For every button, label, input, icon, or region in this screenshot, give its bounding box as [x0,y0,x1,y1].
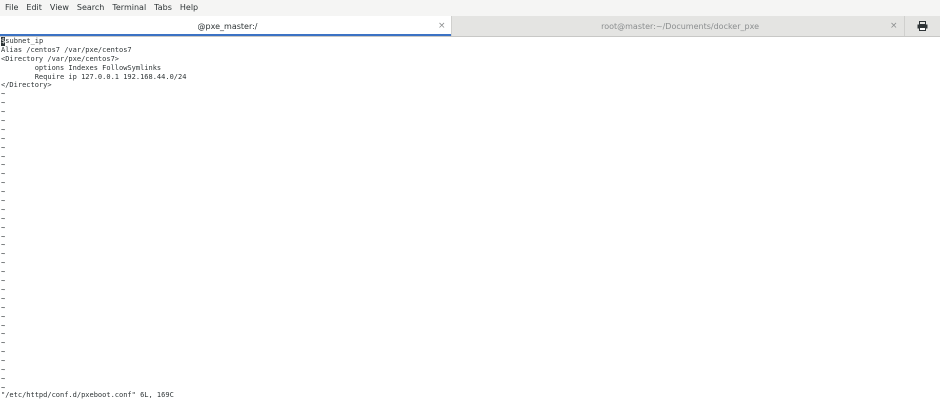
empty-line-tilde: ~ [1,143,6,152]
empty-line-tilde: ~ [1,268,6,277]
tab-pxe-master[interactable]: @pxe_master:/ × [0,16,452,36]
empty-line-tilde: ~ [1,134,6,143]
menu-terminal[interactable]: Terminal [108,0,150,16]
empty-line-tilde: ~ [1,277,6,286]
empty-line-tilde: ~ [1,250,6,259]
empty-line-tilde: ~ [1,205,6,214]
empty-lines: ~ ~ ~ ~ ~ ~ ~ ~ ~ ~ ~ ~ ~ ~ ~ ~ ~ ~ ~ ~ ~ ~ ~ ~ ~ ~ ~ ~ ~ ~ ~ ~ ~ ~ [0,90,940,392]
editor-line: Require ip 127.0.0.1 192.168.44.0/24 [1,72,187,81]
empty-line-tilde: ~ [1,303,6,312]
empty-line-tilde: ~ [1,232,6,241]
empty-line-tilde: ~ [1,312,6,321]
tab-menu-button[interactable] [904,16,940,36]
menu-file[interactable]: File [0,0,22,16]
empty-line-tilde: ~ [1,321,6,330]
close-icon[interactable]: × [890,16,898,36]
empty-line-tilde: ~ [1,357,6,366]
empty-line-tilde: ~ [1,259,6,268]
editor-line: </Directory> [1,81,52,90]
empty-line-tilde: ~ [1,348,6,357]
empty-line-tilde: ~ [1,365,6,374]
terminal-content[interactable]: $subnet_ip Alias /centos7 /var/pxe/cento… [0,37,940,401]
empty-line-tilde: ~ [1,152,6,161]
editor-line: <Directory /var/pxe/centos7> [1,54,120,63]
tab-title: root@master:~/Documents/docker_pxe [601,21,760,31]
editor-line: $subnet_ip [0,37,940,46]
tab-title: @pxe_master:/ [197,21,258,31]
printer-icon [917,21,928,31]
menu-bar: File Edit View Search Terminal Tabs Help [0,0,940,17]
empty-line-tilde: ~ [1,161,6,170]
menu-view[interactable]: View [46,0,73,16]
menu-tabs[interactable]: Tabs [150,0,176,16]
empty-line-tilde: ~ [1,90,6,99]
editor-line: Alias /centos7 /var/pxe/centos7 [1,45,132,54]
empty-line-tilde: ~ [1,223,6,232]
empty-line-tilde: ~ [1,330,6,339]
empty-line-tilde: ~ [1,339,6,348]
empty-line-tilde: ~ [1,285,6,294]
first-line-text: subnet_ip [5,37,44,45]
menu-edit[interactable]: Edit [22,0,46,16]
empty-line-tilde: ~ [1,108,6,117]
tab-docker-pxe[interactable]: root@master:~/Documents/docker_pxe × [451,16,905,36]
close-icon[interactable]: × [438,16,446,36]
tab-bar: @pxe_master:/ × root@master:~/Documents/… [0,16,940,37]
terminal-window: File Edit View Search Terminal Tabs Help… [0,0,940,401]
empty-line-tilde: ~ [1,241,6,250]
empty-line-tilde: ~ [1,125,6,134]
empty-line-tilde: ~ [1,99,6,108]
status-line: "/etc/httpd/conf.d/pxeboot.conf" 6L, 169… [1,391,174,399]
empty-line-tilde: ~ [1,117,6,126]
empty-line-tilde: ~ [1,197,6,206]
empty-line-tilde: ~ [1,170,6,179]
editor-line: options Indexes FollowSymlinks [1,63,162,72]
empty-line-tilde: ~ [1,179,6,188]
menu-search[interactable]: Search [73,0,108,16]
menu-help[interactable]: Help [176,0,202,16]
empty-line-tilde: ~ [1,214,6,223]
empty-line-tilde: ~ [1,188,6,197]
empty-line-tilde: ~ [1,374,6,383]
empty-line-tilde: ~ [1,294,6,303]
